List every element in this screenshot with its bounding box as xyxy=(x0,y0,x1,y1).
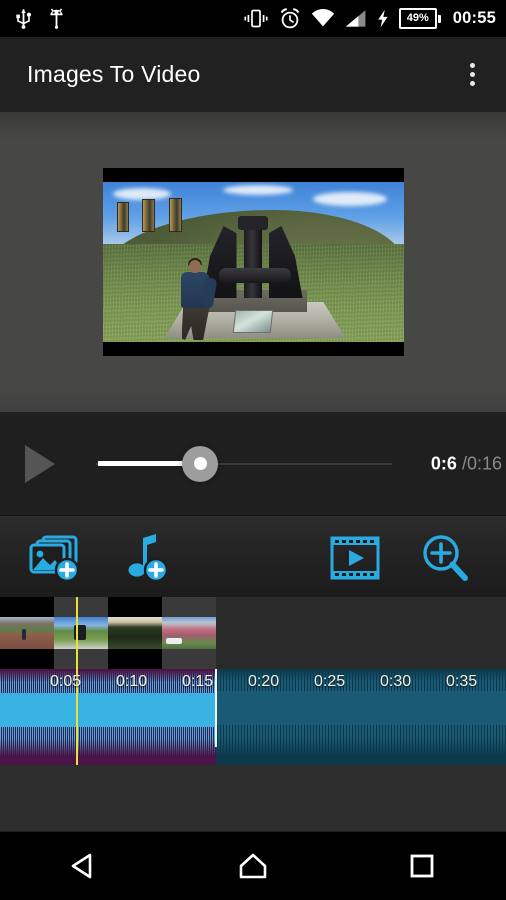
current-time-label: 0:6 xyxy=(430,453,457,473)
playback-controls: 0:6 /0:16 xyxy=(0,412,506,516)
action-bar: Images To Video xyxy=(0,37,506,112)
overflow-dot xyxy=(469,63,475,68)
status-bar: 49% 00:55 xyxy=(0,0,506,37)
waveform-selected-top-spikes xyxy=(0,669,216,693)
page-title: Images To Video xyxy=(27,61,201,87)
waveform-selected-bottom-spikes xyxy=(0,727,216,757)
timeline-playhead[interactable] xyxy=(76,597,78,765)
alarm-icon xyxy=(280,8,300,29)
app-screen: 49% 00:55 Images To Video 0:6 /0:16 0:05… xyxy=(0,0,506,900)
add-music-button[interactable] xyxy=(120,527,182,589)
editor-toolbar xyxy=(0,516,506,598)
thumbnail-strip-empty xyxy=(216,597,506,669)
play-button[interactable] xyxy=(18,442,62,486)
preview-photo xyxy=(102,182,404,342)
video-preview-frame[interactable] xyxy=(102,168,404,356)
battery-percent-label: 49% xyxy=(406,12,429,24)
magnifier-plus-icon xyxy=(423,534,468,581)
nav-home-button[interactable] xyxy=(213,832,293,900)
add-image-icon xyxy=(29,535,80,582)
cellular-signal-icon xyxy=(345,10,366,27)
play-triangle-icon xyxy=(25,444,55,483)
status-bar-right-icons: 49% 00:55 xyxy=(243,0,496,37)
seek-slider[interactable] xyxy=(96,445,392,482)
film-play-icon xyxy=(330,536,380,579)
usb-icon xyxy=(16,9,32,29)
video-preview-area[interactable] xyxy=(0,112,506,412)
seek-thumb[interactable] xyxy=(182,445,218,482)
seek-thumb-inner-dot xyxy=(193,457,207,470)
overflow-menu-button[interactable] xyxy=(454,53,490,97)
time-display: 0:6 /0:16 xyxy=(431,453,502,474)
total-time-label: /0:16 xyxy=(461,453,502,473)
vibrate-icon xyxy=(244,9,268,28)
battery-indicator: 49% xyxy=(398,8,441,29)
seek-track-fill xyxy=(98,461,184,466)
selection-end-handle[interactable] xyxy=(215,669,217,747)
thumbnail-item[interactable] xyxy=(108,597,162,669)
android-debug-icon xyxy=(50,8,63,29)
thumbnail-item[interactable] xyxy=(162,597,216,669)
waveform-selected-region[interactable] xyxy=(0,669,216,765)
add-image-button[interactable] xyxy=(26,527,88,589)
thumbnail-item[interactable] xyxy=(54,597,108,669)
letterbox-top xyxy=(102,168,404,182)
home-icon xyxy=(239,853,267,879)
wifi-icon xyxy=(311,9,334,27)
back-triangle-icon xyxy=(72,853,92,879)
charging-bolt-icon xyxy=(377,9,388,28)
overflow-dot xyxy=(469,72,475,77)
nav-recents-button[interactable] xyxy=(382,832,462,900)
overflow-dot xyxy=(469,81,475,86)
timeline[interactable]: 0:05 0:10 0:15 0:20 0:25 0:30 0:35 xyxy=(0,597,506,831)
make-video-button[interactable] xyxy=(324,527,386,589)
thumbnail-item[interactable] xyxy=(0,597,54,669)
android-navigation-bar xyxy=(0,832,506,900)
status-bar-left-icons xyxy=(0,8,66,29)
status-bar-clock: 00:55 xyxy=(452,9,496,27)
nav-back-button[interactable] xyxy=(44,832,124,900)
add-music-icon xyxy=(128,533,169,582)
square-icon xyxy=(410,854,434,878)
zoom-in-button[interactable] xyxy=(414,527,476,589)
letterbox-bottom xyxy=(102,342,404,356)
